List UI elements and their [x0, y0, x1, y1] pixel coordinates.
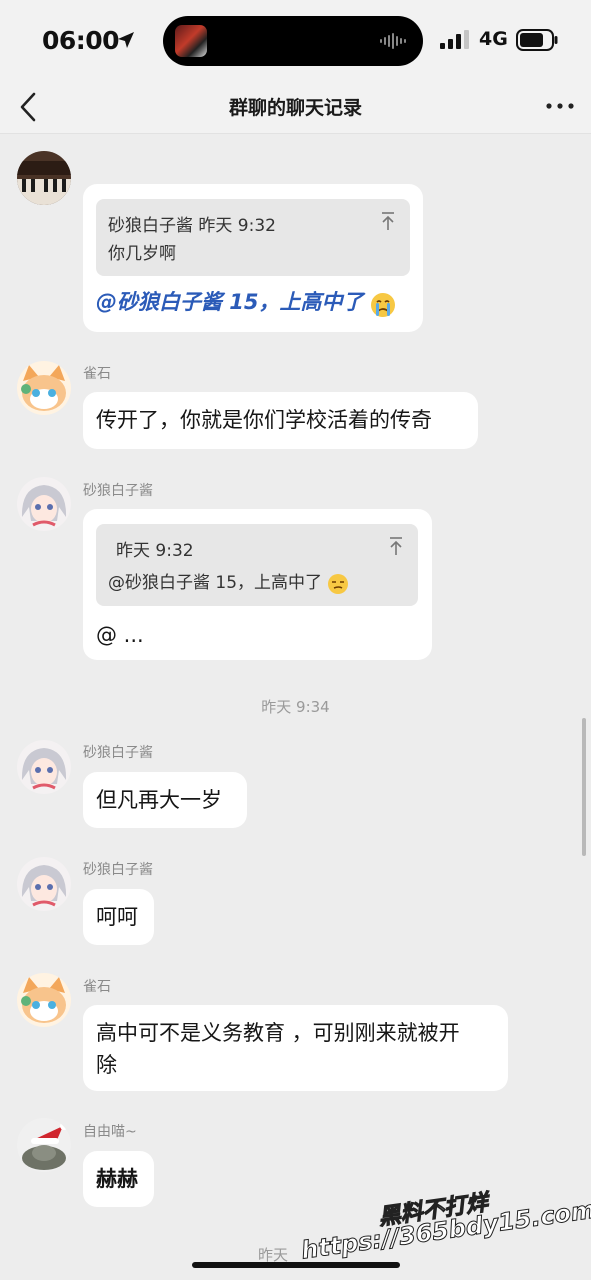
message-bubble[interactable]: 砂狼白子酱 昨天 9:32 你几岁啊 @砂狼白子酱 15，上高中了: [83, 184, 423, 332]
message-text: @ ...: [96, 623, 144, 647]
quoted-message[interactable]: 砂狼白子酱 昨天 9:32 你几岁啊: [96, 199, 410, 276]
avatar-shiroko[interactable]: [17, 740, 71, 794]
anime-girl-avatar-icon: [17, 477, 71, 531]
avatar-quechi[interactable]: [17, 973, 71, 1027]
message-text: 传开了，你就是你们学校活着的传奇: [96, 408, 432, 432]
message-bubble[interactable]: 呵呵: [83, 889, 154, 945]
cat-santa-avatar-icon: [17, 1118, 71, 1172]
pin-top-icon: [390, 537, 402, 555]
anime-girl-avatar-icon: [17, 857, 71, 911]
album-art-icon: [175, 25, 207, 57]
dynamic-island: [163, 16, 423, 66]
crying-emoji-icon: [370, 292, 395, 317]
fox-avatar-icon: [17, 973, 71, 1027]
fox-avatar-icon: [17, 361, 71, 415]
avatar-shiroko[interactable]: [17, 857, 71, 911]
piano-avatar-icon: [17, 151, 71, 205]
sender-name: 砂狼白子酱: [83, 745, 153, 761]
page-title: 群聊的聊天记录: [228, 97, 362, 119]
more-dots-icon[interactable]: [545, 94, 575, 118]
message-bubble[interactable]: 赫赫: [83, 1151, 154, 1207]
avatar-ziyoumiao[interactable]: [17, 1118, 71, 1172]
message-bubble[interactable]: 传开了，你就是你们学校活着的传奇: [83, 392, 478, 449]
battery-icon: [516, 29, 558, 51]
avatar-shiroko[interactable]: [17, 477, 71, 531]
smirk-emoji-icon: [328, 573, 349, 594]
network-type: 4G: [479, 28, 508, 50]
message-text: 呵呵: [96, 905, 138, 929]
time-separator: 昨天 9:34: [261, 698, 330, 716]
quote-body: @砂狼白子酱 15，上高中了: [108, 573, 323, 593]
quote-body: 你几岁啊: [108, 244, 176, 264]
message-bubble[interactable]: 高中可不是义务教育 ，可别刚来就被开 除: [83, 1005, 508, 1091]
status-time: 06:00: [42, 26, 120, 55]
message-bubble[interactable]: 昨天 9:32 @砂狼白子酱 15，上高中了 @ ...: [83, 509, 432, 660]
avatar-piano[interactable]: [17, 151, 71, 205]
quote-header: 昨天 9:32: [116, 541, 194, 561]
quote-header: 砂狼白子酱 昨天 9:32: [108, 216, 276, 236]
pin-top-icon: [382, 212, 394, 230]
message-bubble[interactable]: 但凡再大一岁: [83, 772, 247, 828]
sender-name: 砂狼白子酱: [83, 862, 153, 878]
location-arrow-icon: [118, 32, 134, 48]
message-text-line2: 除: [96, 1053, 117, 1077]
sender-name: 雀石: [83, 979, 111, 995]
quoted-message[interactable]: 昨天 9:32 @砂狼白子酱 15，上高中了: [96, 524, 418, 606]
avatar-quechi[interactable]: [17, 361, 71, 415]
nav-bar: 群聊的聊天记录: [0, 80, 591, 134]
signal-icon: [440, 30, 469, 49]
message-text-line1: 高中可不是义务教育 ，可别刚来就被开: [96, 1021, 460, 1045]
audio-wave-icon: [380, 33, 406, 49]
message-text: 但凡再大一岁: [96, 788, 222, 812]
sender-name: 自由喵~: [83, 1124, 137, 1140]
scrollbar[interactable]: [582, 718, 586, 856]
sender-name: 雀石: [83, 366, 111, 382]
home-indicator[interactable]: [192, 1262, 400, 1268]
sender-name: 砂狼白子酱: [83, 483, 153, 499]
status-bar: 06:00 4G: [0, 0, 591, 80]
anime-girl-avatar-icon: [17, 740, 71, 794]
message-text: 赫赫: [96, 1167, 138, 1191]
mention-text: @砂狼白子酱 15，上高中了: [96, 290, 364, 314]
